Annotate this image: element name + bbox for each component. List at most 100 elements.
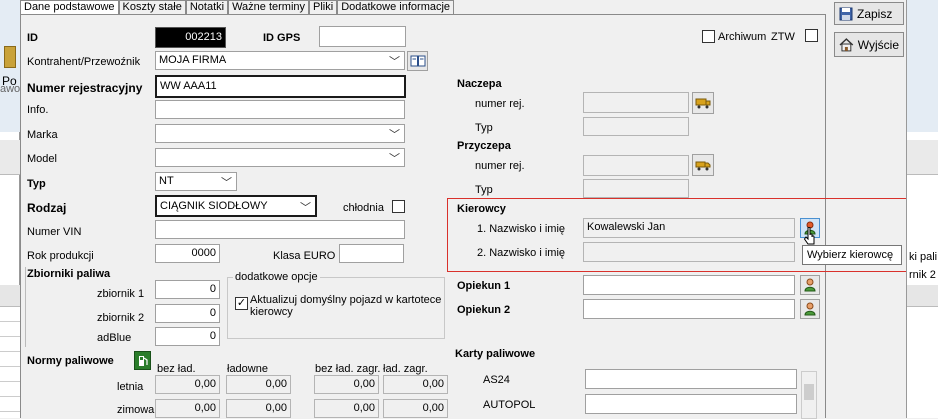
tab-dodatkowe-informacje[interactable]: Dodatkowe informacje xyxy=(337,0,455,14)
typ-label: Typ xyxy=(27,178,46,190)
chevron-down-icon: ﹀ xyxy=(389,129,400,141)
kontrahent-select[interactable]: MOJA FIRMA ﹀ xyxy=(155,51,405,70)
marka-select[interactable]: ﹀ xyxy=(155,124,405,143)
naczepa-select-button[interactable] xyxy=(692,92,714,114)
naczepa-title: Naczepa xyxy=(457,78,502,90)
rok-produkcji-input[interactable]: 0000 xyxy=(155,244,220,263)
opiekun2-select-button[interactable] xyxy=(800,299,820,319)
background-window-right: ki pali rnik 2 xyxy=(906,0,938,418)
kierowca2-label: 2. Nazwisko i imię xyxy=(477,247,566,259)
zbiornik1-input[interactable]: 0 xyxy=(155,280,220,299)
numer-rej-input[interactable]: WW AAA11 xyxy=(155,75,406,98)
kierowca1-input[interactable]: Kowalewski Jan xyxy=(583,218,795,238)
klasa-euro-label: Klasa EURO xyxy=(273,250,336,262)
fuel-pump-button[interactable] xyxy=(134,351,151,370)
id-gps-input[interactable] xyxy=(319,26,406,47)
karty-scrollbar[interactable] xyxy=(801,371,817,419)
normy-zimowa-lad-zagr[interactable]: 0,00 xyxy=(383,399,448,418)
tab-strip: Dane podstawowe Koszty stałe Notatki Waż… xyxy=(20,0,455,14)
dodatkowe-opcje-title: dodatkowe opcje xyxy=(233,270,320,284)
toolbar-icon xyxy=(4,46,16,68)
person-icon xyxy=(804,278,816,292)
normy-letnia-lad-zagr[interactable]: 0,00 xyxy=(383,375,448,394)
wyjscie-label: Wyjście xyxy=(857,37,899,52)
karta-as24-input[interactable] xyxy=(585,369,797,389)
info-input[interactable] xyxy=(155,100,405,119)
kierowca1-label: 1. Nazwisko i imię xyxy=(477,223,566,235)
id-field[interactable]: 002213 xyxy=(155,27,226,48)
id-gps-label: ID GPS xyxy=(263,32,301,44)
vin-input[interactable] xyxy=(155,220,405,239)
normy-zimowa-bez-lad-zagr[interactable]: 0,00 xyxy=(314,399,379,418)
kontrahent-label: Kontrahent/Przewoźnik xyxy=(27,56,141,68)
truck-icon xyxy=(695,161,711,171)
trailer-icon xyxy=(695,98,711,109)
rodzaj-value: CIĄGNIK SIODŁOWY xyxy=(160,200,268,212)
aktualizuj-label-line2: kierowcy xyxy=(250,306,293,318)
normy-row-letnia-label: letnia xyxy=(117,381,144,393)
naczepa-typ-input[interactable] xyxy=(583,117,689,136)
normy-letnia-bez-lad[interactable]: 0,00 xyxy=(155,375,220,394)
kierowcy-title: Kierowcy xyxy=(457,203,506,215)
typ-select[interactable]: NT ﹀ xyxy=(155,172,237,191)
tab-dane-podstawowe[interactable]: Dane podstawowe xyxy=(20,0,119,14)
ztw-checkbox[interactable] xyxy=(805,29,818,42)
przyczepa-numer-input[interactable] xyxy=(583,155,689,176)
zbiornik2-input[interactable]: 0 xyxy=(155,304,220,323)
naczepa-numer-label: numer rej. xyxy=(475,98,525,110)
normy-header-bez-lad: bez ład. xyxy=(157,363,196,375)
tooltip-text: Wybierz kierowcę xyxy=(807,249,894,261)
main-panel: ID 002213 ID GPS Archiwum ZTW Kontrahent… xyxy=(20,14,907,419)
karty-scrollbar-thumb[interactable] xyxy=(804,384,814,400)
chlodnia-checkbox[interactable] xyxy=(392,200,405,213)
opiekun2-input[interactable] xyxy=(583,299,795,319)
marka-label: Marka xyxy=(27,129,58,141)
normy-zimowa-bez-lad[interactable]: 0,00 xyxy=(155,399,220,418)
karta-autopol-input[interactable] xyxy=(585,394,797,414)
numer-rej-label: Numer rejestracyjny xyxy=(27,81,143,95)
klasa-euro-input[interactable] xyxy=(339,244,404,263)
normy-letnia-ladowne[interactable]: 0,00 xyxy=(226,375,291,394)
adblue-input[interactable]: 0 xyxy=(155,327,220,346)
kierowca2-input[interactable] xyxy=(583,242,795,262)
right-fragment-row1: ki pali xyxy=(909,251,938,263)
kontrahent-book-button[interactable] xyxy=(407,51,428,71)
opiekun1-input[interactable] xyxy=(583,275,795,295)
przyczepa-select-button[interactable] xyxy=(692,154,714,176)
normy-header-ladowne: ładowne xyxy=(227,363,268,375)
model-select[interactable]: ﹀ xyxy=(155,148,405,167)
kontrahent-value: MOJA FIRMA xyxy=(159,54,227,66)
zapisz-label: Zapisz xyxy=(857,6,893,21)
chlodnia-label: chłodnia xyxy=(343,202,384,214)
przyczepa-typ-input[interactable] xyxy=(583,179,689,198)
aktualizuj-checkbox[interactable]: ✓ xyxy=(235,297,248,310)
rodzaj-label: Rodzaj xyxy=(27,201,67,215)
normy-header-bez-lad-zagr: bez ład. zagr. xyxy=(315,363,381,375)
tab-notatki[interactable]: Notatki xyxy=(185,0,229,14)
tab-pliki[interactable]: Pliki xyxy=(309,0,338,14)
info-label: Info. xyxy=(27,104,49,116)
karta-autopol-label: AUTOPOL xyxy=(483,399,536,411)
wyjscie-button[interactable]: Wyjście xyxy=(834,32,904,57)
opiekun1-select-button[interactable] xyxy=(800,275,820,295)
rodzaj-select[interactable]: CIĄGNIK SIODŁOWY ﹀ xyxy=(155,195,317,217)
chevron-down-icon: ﹀ xyxy=(221,177,232,189)
id-label: ID xyxy=(27,32,38,44)
normy-zimowa-ladowne[interactable]: 0,00 xyxy=(226,399,291,418)
zbiorniki-divider xyxy=(25,267,26,347)
zapisz-button[interactable]: Zapisz xyxy=(834,2,904,25)
adblue-label: adBlue xyxy=(97,332,132,344)
tab-wazne-terminy[interactable]: Ważne terminy xyxy=(228,0,310,14)
archiwum-checkbox[interactable] xyxy=(702,30,715,43)
chevron-down-icon: ﹀ xyxy=(389,153,400,165)
tab-koszty-stale[interactable]: Koszty stałe xyxy=(118,0,186,14)
home-icon xyxy=(839,37,854,51)
normy-letnia-bez-lad-zagr[interactable]: 0,00 xyxy=(314,375,379,394)
floppy-disk-icon xyxy=(839,7,853,20)
naczepa-numer-input[interactable] xyxy=(583,92,689,113)
przyczepa-numer-label: numer rej. xyxy=(475,160,525,172)
right-fragment-row2: rnik 2 xyxy=(909,269,936,281)
chevron-down-icon: ﹀ xyxy=(389,56,400,68)
mouse-cursor-icon xyxy=(803,227,815,245)
vin-label: Numer VIN xyxy=(27,226,82,238)
